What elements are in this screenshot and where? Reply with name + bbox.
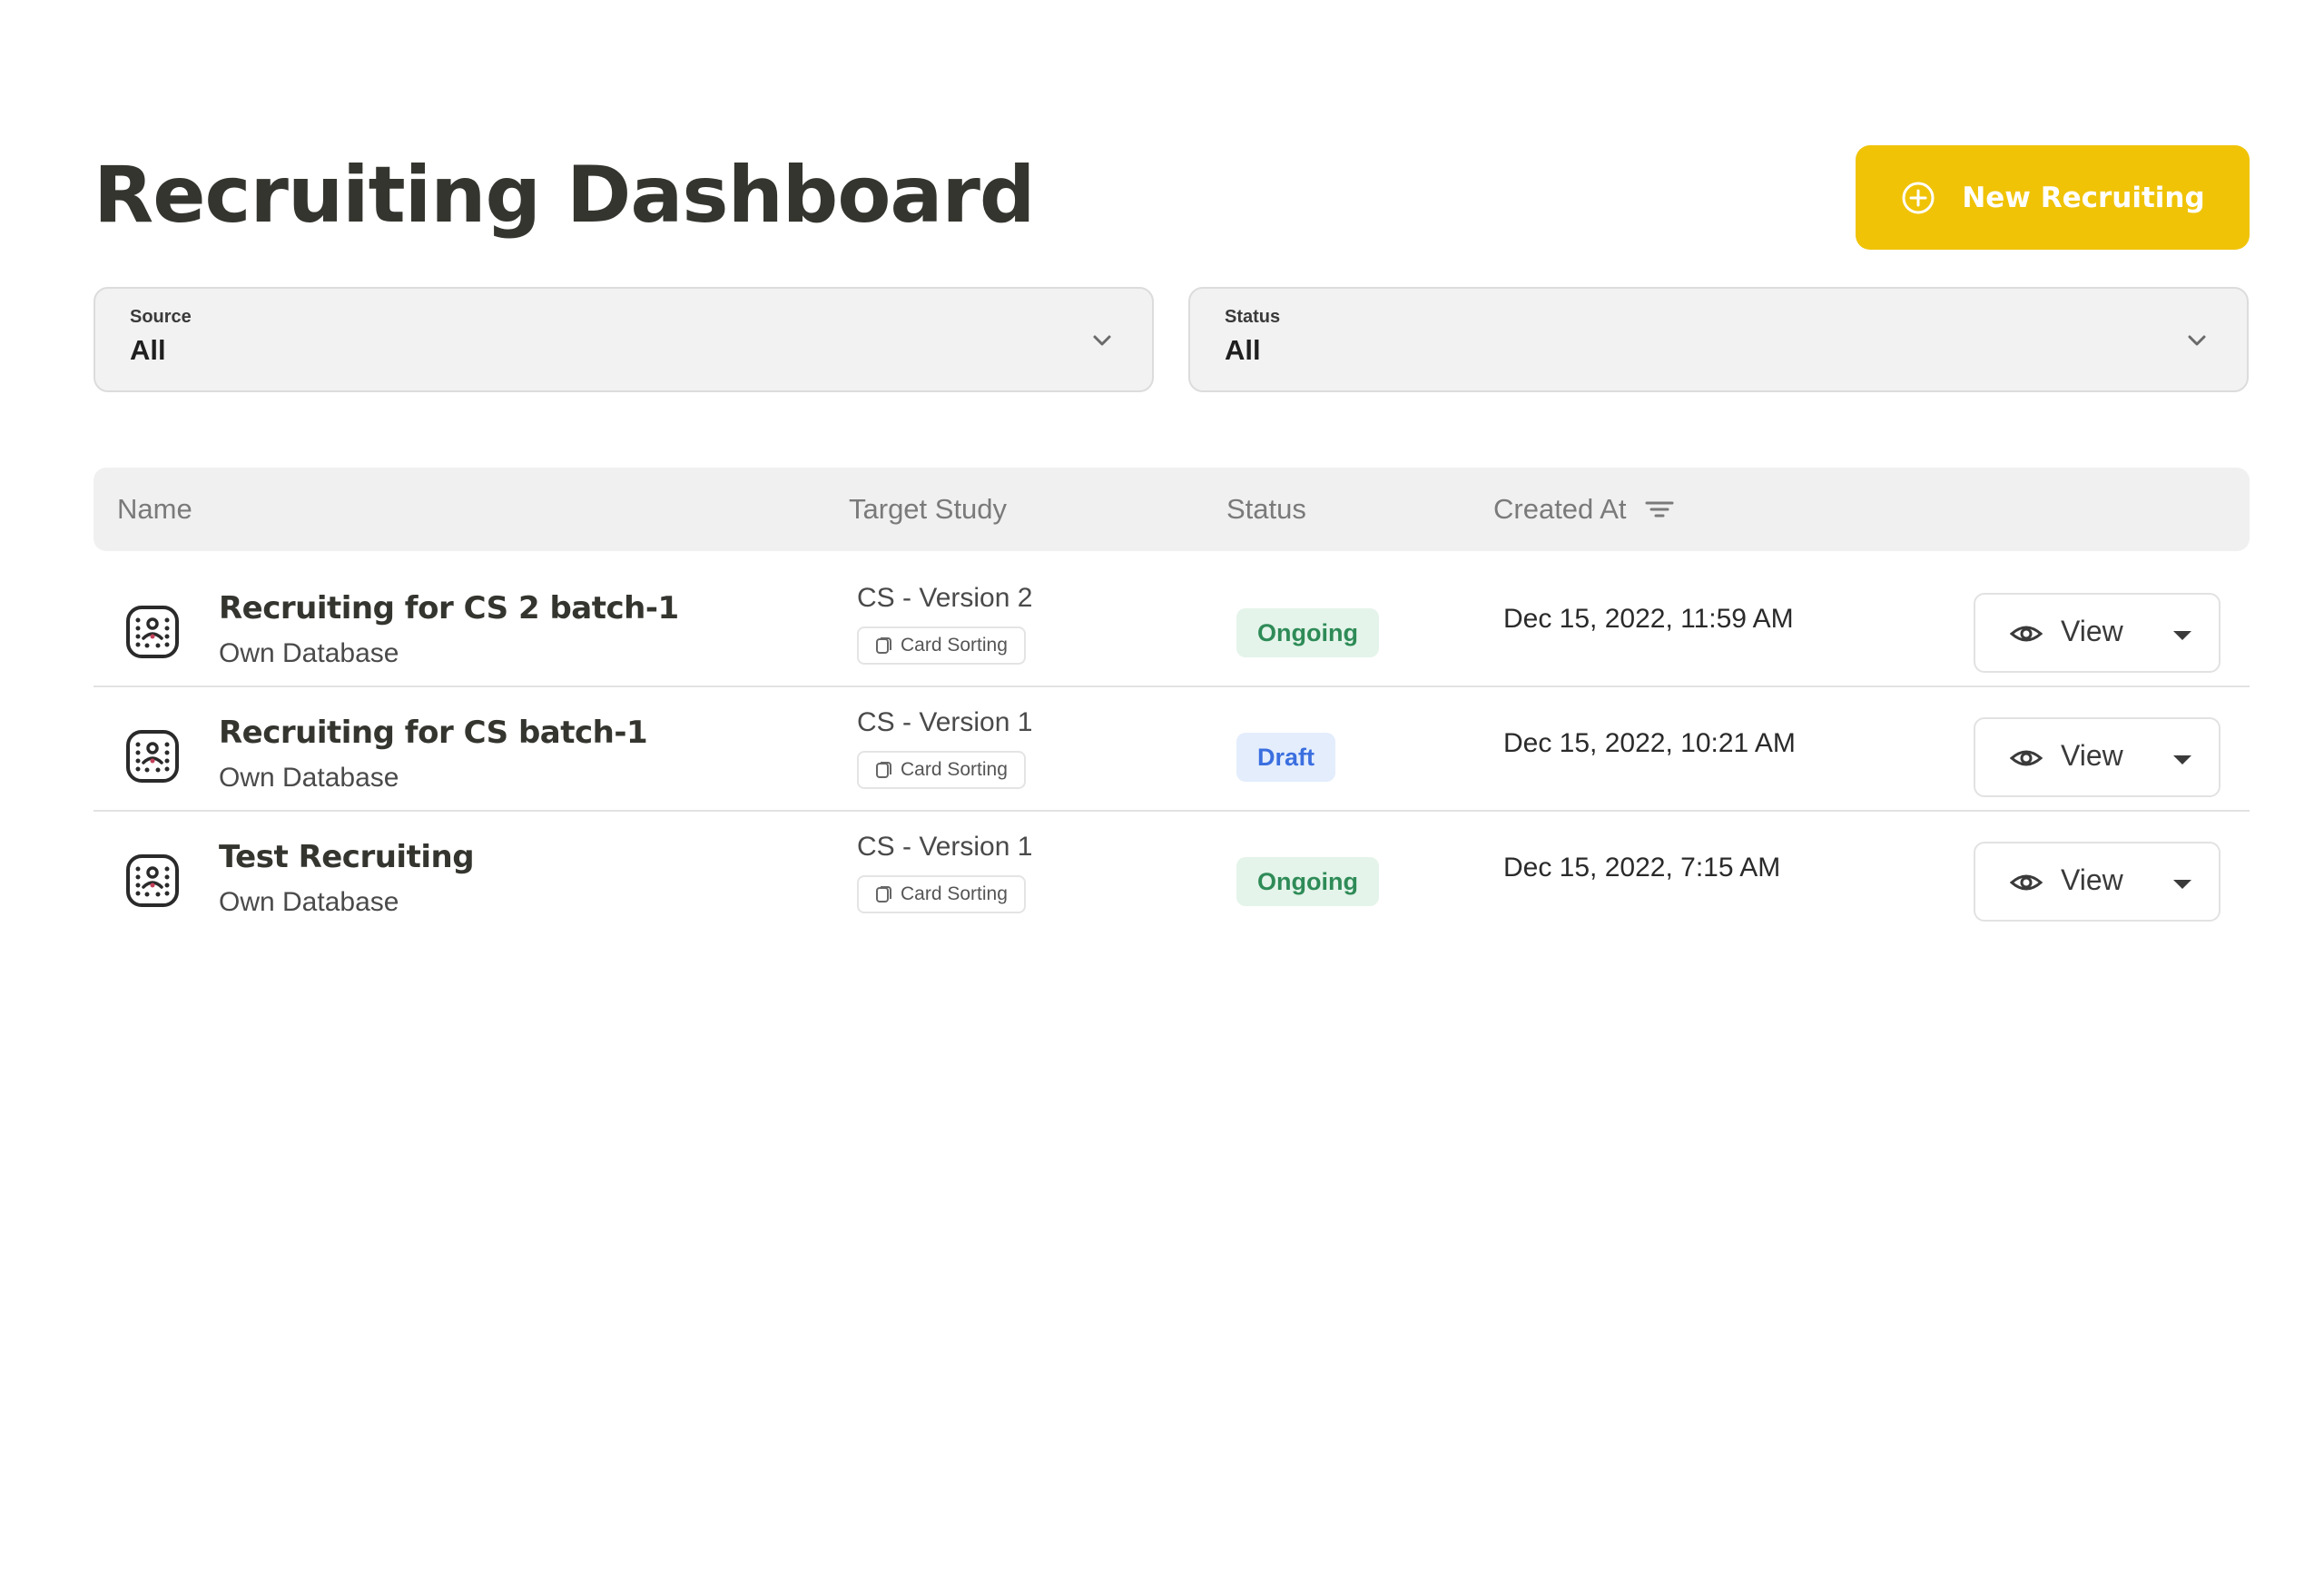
chevron-down-icon <box>2188 335 2206 346</box>
recruiting-icon <box>126 730 179 783</box>
row-source: Own Database <box>219 887 399 917</box>
table-header: Name Target Study Status Created At <box>94 468 2250 551</box>
card-sorting-icon <box>876 762 891 778</box>
table-row[interactable]: Recruiting for CS batch-1 Own Database C… <box>94 687 2250 812</box>
chevron-down-icon <box>1093 335 1111 346</box>
column-header-target-study: Target Study <box>849 493 1008 525</box>
eye-icon <box>2010 626 2043 642</box>
column-header-created-at-label: Created At <box>1493 493 1627 525</box>
study-type-label: Card Sorting <box>901 635 1008 656</box>
row-source: Own Database <box>219 763 399 793</box>
view-button[interactable]: View <box>1974 593 2221 673</box>
row-created-at: Dec 15, 2022, 10:21 AM <box>1503 728 1796 758</box>
view-button-label: View <box>2061 615 2123 647</box>
sort-filter-icon[interactable] <box>1644 498 1675 521</box>
plus-circle-icon <box>1902 182 1935 213</box>
table-row[interactable]: Test Recruiting Own Database CS - Versio… <box>94 812 2250 936</box>
status-badge: Draft <box>1236 733 1336 782</box>
source-filter-value: All <box>130 334 166 366</box>
study-type-label: Card Sorting <box>901 759 1008 780</box>
caret-down-icon[interactable] <box>2171 629 2193 642</box>
recruiting-dashboard-page: Recruiting Dashboard New Recruiting Sour… <box>0 0 2324 1588</box>
status-filter-select[interactable]: Status All <box>1188 287 2249 392</box>
eye-icon <box>2010 750 2043 766</box>
view-button[interactable]: View <box>1974 842 2221 922</box>
caret-down-icon[interactable] <box>2171 754 2193 766</box>
caret-down-icon[interactable] <box>2171 878 2193 891</box>
card-sorting-icon <box>876 637 891 654</box>
source-filter-select[interactable]: Source All <box>94 287 1154 392</box>
view-button[interactable]: View <box>1974 717 2221 797</box>
status-badge: Ongoing <box>1236 857 1379 906</box>
source-filter-label: Source <box>130 307 192 327</box>
recruiting-icon <box>126 606 179 658</box>
study-type-tag: Card Sorting <box>857 751 1026 789</box>
study-type-label: Card Sorting <box>901 883 1008 904</box>
row-name[interactable]: Test Recruiting <box>219 839 475 875</box>
status-badge: Ongoing <box>1236 608 1379 657</box>
row-name[interactable]: Recruiting for CS 2 batch-1 <box>219 590 679 626</box>
row-target-study: CS - Version 1 <box>857 832 1033 862</box>
study-type-tag: Card Sorting <box>857 626 1026 665</box>
study-type-tag: Card Sorting <box>857 875 1026 913</box>
column-header-name: Name <box>117 493 192 525</box>
eye-icon <box>2010 874 2043 891</box>
row-created-at: Dec 15, 2022, 7:15 AM <box>1503 853 1781 883</box>
new-recruiting-label: New Recruiting <box>1962 181 2205 214</box>
row-target-study: CS - Version 1 <box>857 707 1033 737</box>
column-header-created-at[interactable]: Created At <box>1493 468 1675 551</box>
recruiting-icon <box>126 854 179 907</box>
row-created-at: Dec 15, 2022, 11:59 AM <box>1503 604 1794 634</box>
card-sorting-icon <box>876 886 891 902</box>
status-filter-label: Status <box>1225 307 1281 327</box>
row-source: Own Database <box>219 638 399 668</box>
status-filter-value: All <box>1225 334 1261 366</box>
view-button-label: View <box>2061 863 2123 896</box>
view-button-label: View <box>2061 739 2123 772</box>
table-row[interactable]: Recruiting for CS 2 batch-1 Own Database… <box>94 563 2250 687</box>
row-target-study: CS - Version 2 <box>857 583 1033 613</box>
new-recruiting-button[interactable]: New Recruiting <box>1856 145 2250 250</box>
row-name[interactable]: Recruiting for CS batch-1 <box>219 715 648 751</box>
column-header-status: Status <box>1226 493 1306 525</box>
page-title: Recruiting Dashboard <box>94 150 1035 241</box>
